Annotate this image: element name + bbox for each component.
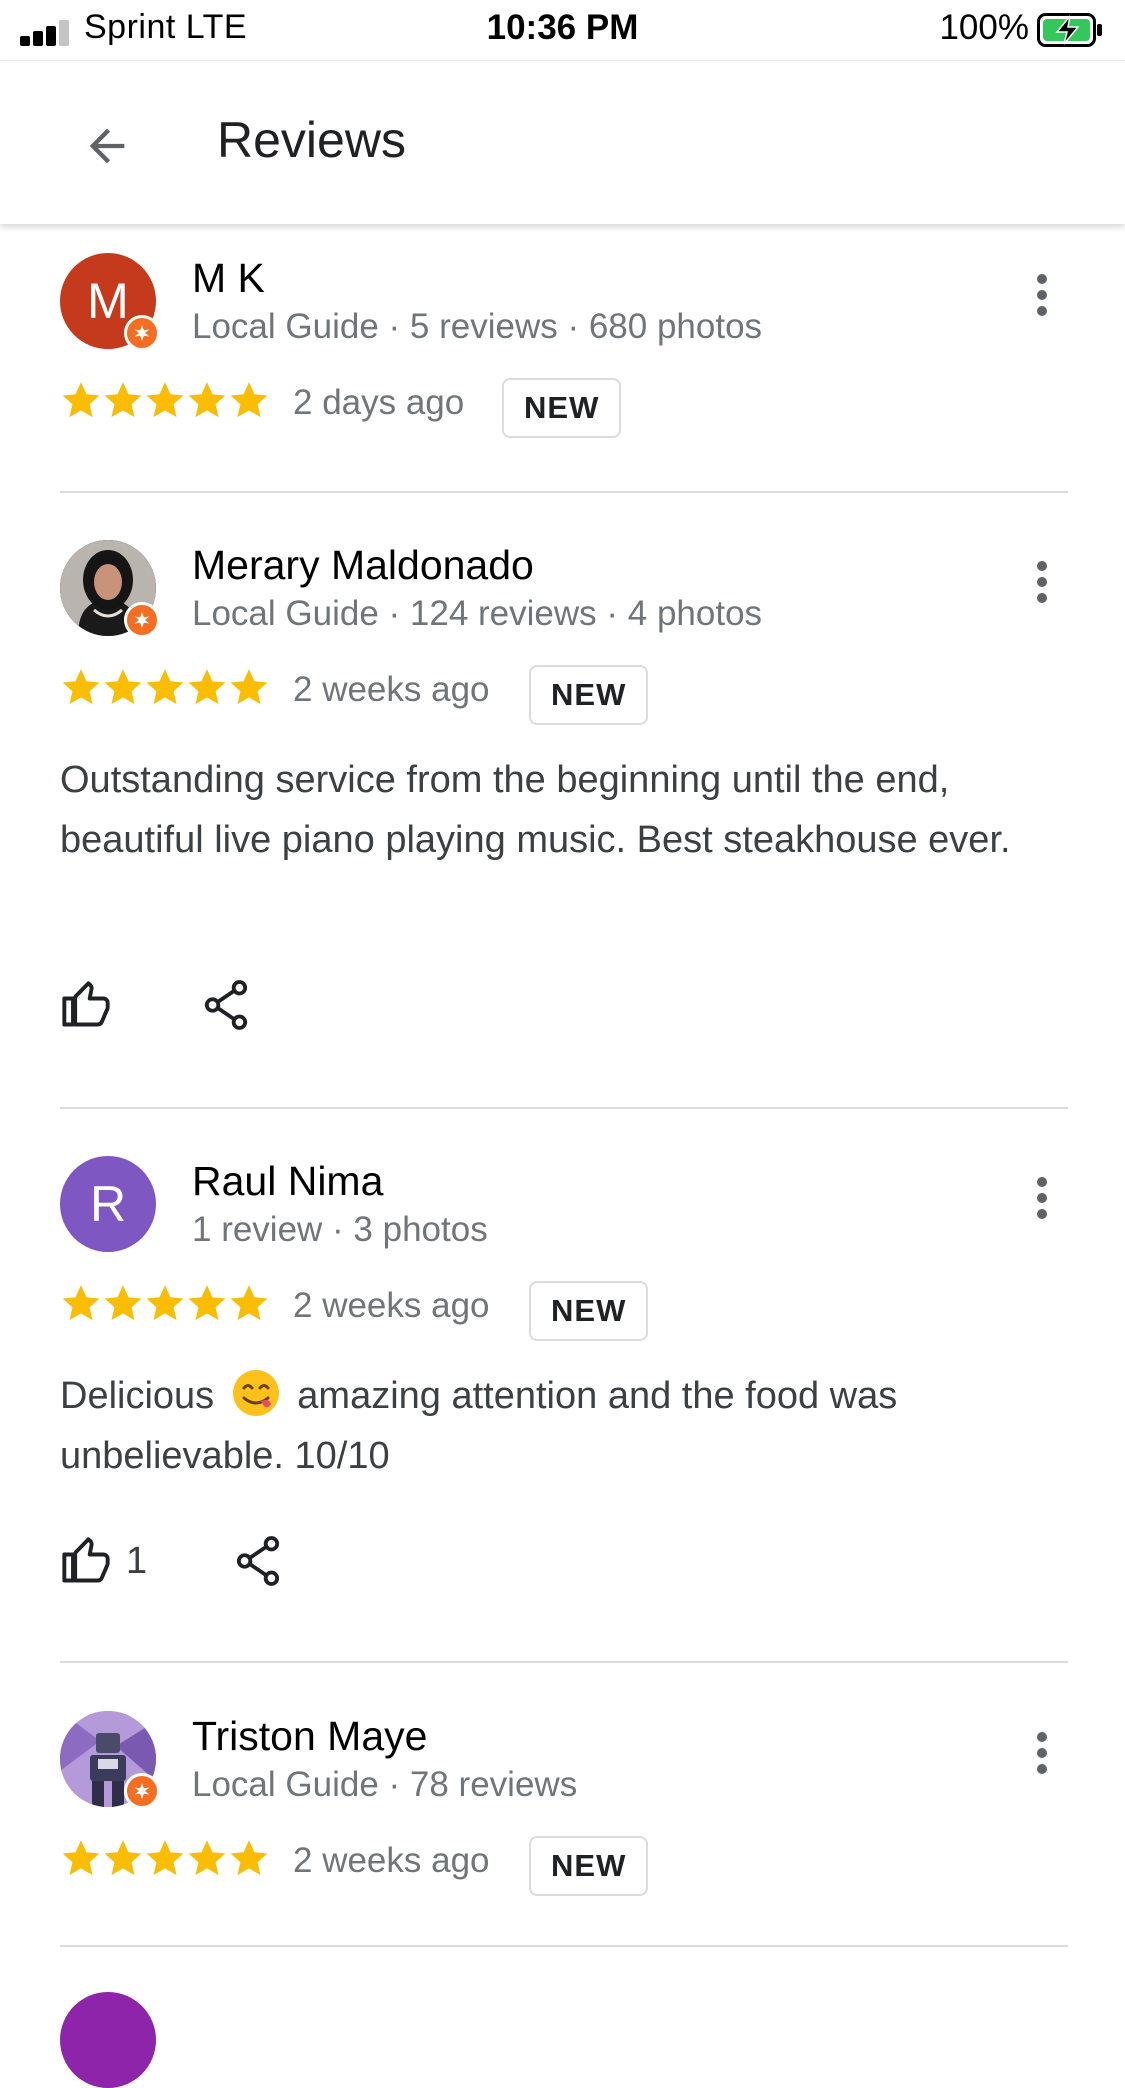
thumb-up-icon	[62, 981, 110, 1027]
star-icon	[146, 669, 184, 705]
star-icon	[104, 382, 142, 418]
star-icon	[62, 669, 100, 705]
more-options-button[interactable]	[1024, 1723, 1060, 1783]
more-vert-icon	[1037, 561, 1047, 603]
status-bar: Sprint LTE 10:36 PM 100%	[0, 0, 1125, 60]
star-icon	[188, 1840, 226, 1876]
battery-charging-icon	[1037, 13, 1102, 47]
new-badge: NEW	[502, 378, 622, 438]
star-icon	[104, 1840, 142, 1876]
more-options-button[interactable]	[1024, 1168, 1060, 1228]
star-icon	[230, 1840, 268, 1876]
local-guide-badge-icon	[124, 602, 160, 638]
avatar[interactable]	[60, 540, 160, 638]
reviewer-name[interactable]: M K	[192, 255, 265, 302]
divider	[60, 1107, 1068, 1109]
thumb-up-icon	[62, 1537, 110, 1583]
reviewer-meta: Local Guide · 124 reviews · 4 photos	[192, 594, 763, 633]
share-button[interactable]	[230, 1531, 286, 1591]
like-count: 1	[126, 1539, 148, 1582]
local-guide-badge-icon	[124, 315, 160, 351]
new-badge: NEW	[529, 1836, 649, 1896]
share-icon	[204, 980, 248, 1030]
star-rating	[60, 1282, 270, 1326]
star-icon	[230, 1285, 268, 1321]
reviewer-meta: Local Guide · 5 reviews · 680 photos	[192, 307, 763, 346]
divider	[60, 491, 1068, 493]
like-button[interactable]: 1	[60, 1531, 147, 1591]
avatar-letter: R	[89, 1176, 127, 1232]
app-bar: Reviews	[0, 60, 1125, 224]
avatar-letter: M	[87, 273, 129, 329]
reviewer-meta: 1 review · 3 photos	[192, 1210, 488, 1249]
more-vert-icon	[1037, 1732, 1047, 1774]
star-icon	[230, 669, 268, 705]
divider	[60, 1945, 1068, 1947]
more-vert-icon	[1037, 1177, 1047, 1219]
star-icon	[230, 382, 268, 418]
battery-percentage: 100%	[939, 8, 1029, 47]
avatar[interactable]: M	[60, 253, 160, 351]
avatar[interactable]	[60, 1992, 156, 2088]
savoring-food-emoji	[232, 1370, 279, 1416]
star-icon	[62, 382, 100, 418]
reviewer-name[interactable]: Raul Nima	[192, 1158, 383, 1205]
review-text: Outstanding service from the beginning u…	[60, 759, 1011, 861]
review-date: 2 days ago	[293, 383, 465, 422]
review-date: 2 weeks ago	[293, 670, 490, 709]
reviewer-name[interactable]: Merary Maldonado	[192, 542, 534, 589]
avatar[interactable]	[60, 1711, 160, 1809]
review-date: 2 weeks ago	[293, 1286, 490, 1325]
like-button[interactable]	[60, 975, 126, 1035]
share-button[interactable]	[198, 975, 254, 1035]
star-icon	[188, 382, 226, 418]
star-icon	[146, 1840, 184, 1876]
back-button[interactable]	[72, 111, 142, 181]
share-icon	[236, 1536, 280, 1586]
new-badge: NEW	[529, 665, 649, 725]
more-vert-icon	[1037, 274, 1047, 316]
star-icon	[104, 669, 142, 705]
local-guide-badge-icon	[124, 1773, 160, 1809]
star-icon	[146, 1285, 184, 1321]
reviewer-meta: Local Guide · 78 reviews	[192, 1765, 578, 1804]
review-text: Delicious amazing attention and the food…	[60, 1366, 1020, 1486]
star-icon	[104, 1285, 142, 1321]
divider	[60, 1661, 1068, 1663]
review-date: 2 weeks ago	[293, 1841, 490, 1880]
page-title: Reviews	[217, 112, 406, 168]
reviewer-name[interactable]: Triston Maye	[192, 1713, 427, 1760]
arrow-back-icon	[89, 128, 125, 164]
new-badge: NEW	[529, 1281, 649, 1341]
more-options-button[interactable]	[1024, 552, 1060, 612]
star-rating	[60, 666, 270, 710]
avatar[interactable]: R	[60, 1156, 156, 1252]
star-icon	[188, 1285, 226, 1321]
more-options-button[interactable]	[1024, 265, 1060, 325]
star-icon	[62, 1285, 100, 1321]
star-icon	[188, 669, 226, 705]
star-icon	[62, 1840, 100, 1876]
star-icon	[146, 382, 184, 418]
review-text-start: Delicious	[60, 1375, 215, 1417]
star-rating	[60, 1837, 270, 1881]
star-rating	[60, 379, 270, 423]
